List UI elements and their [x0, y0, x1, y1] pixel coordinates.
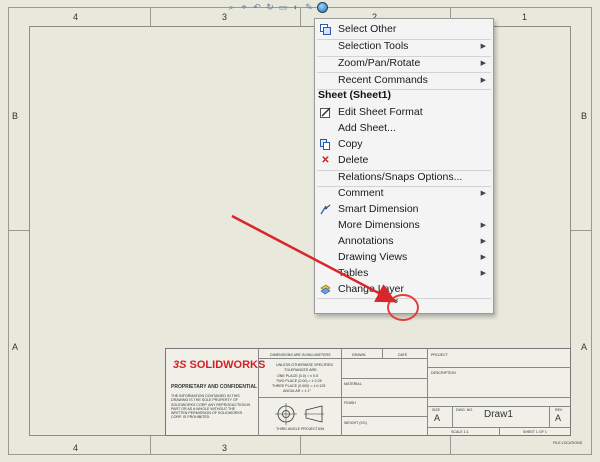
drawing-sheet[interactable]: 4 3 2 1 4 3 B A B A ⌕ ⌖ ↶ ↻ ▭ ◐ ✎ 3S SOL…: [0, 0, 600, 462]
annotation-arrow: [231, 214, 397, 303]
